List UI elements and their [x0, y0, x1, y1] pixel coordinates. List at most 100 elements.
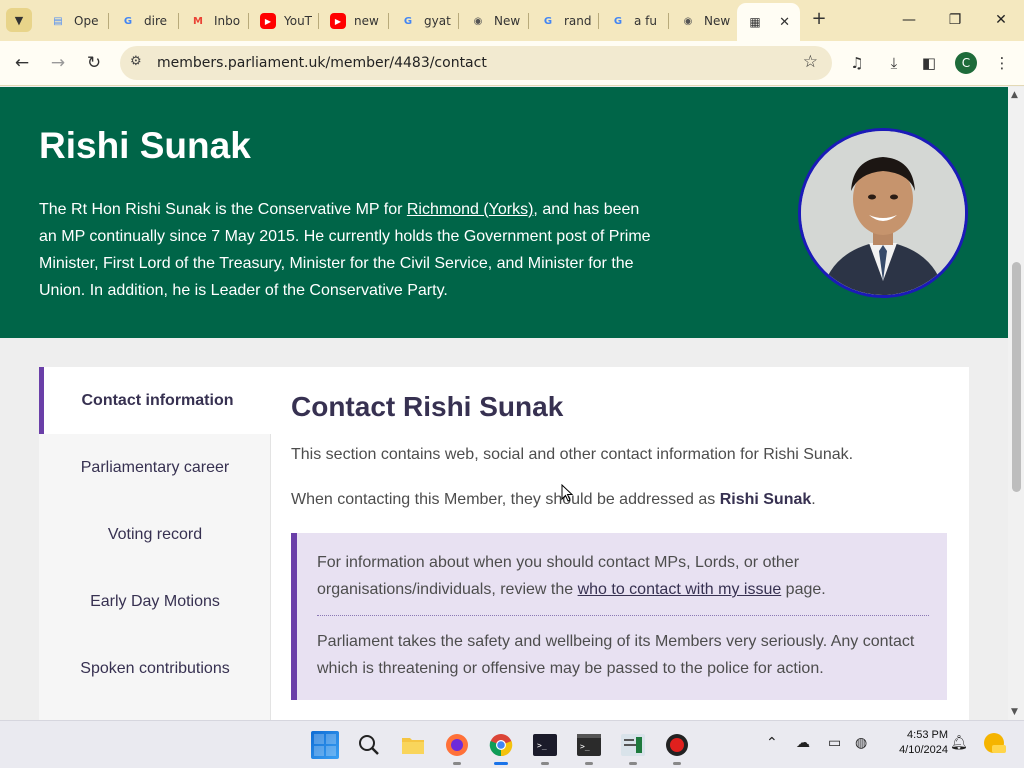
member-name: Rishi Sunak: [39, 125, 251, 166]
contact-intro: This section contains web, social and ot…: [291, 446, 854, 463]
tab-label: rand: [564, 14, 592, 28]
network-volume-icon[interactable]: ◍: [855, 735, 867, 751]
forward-arrow-icon[interactable]: →: [46, 51, 70, 75]
who-to-contact-link[interactable]: who to contact with my issue: [578, 581, 782, 598]
tab-4[interactable]: ▶ new: [320, 7, 386, 35]
back-arrow-icon[interactable]: ←: [10, 51, 34, 75]
address-name: Rishi Sunak: [719, 491, 812, 508]
tab-7[interactable]: Grand: [530, 7, 596, 35]
browser-toolbar: ← → ↻ ⚙ members.parliament.uk/member/448…: [0, 41, 1024, 86]
google-icon: G: [543, 15, 553, 27]
tab-0[interactable]: ▤ Ope: [40, 7, 106, 35]
scrollbar-thumb[interactable]: [1012, 262, 1021, 492]
record-app-icon[interactable]: [663, 731, 691, 765]
youtube-icon: ▶: [260, 13, 276, 29]
tab-strip: ▼ ▤ Ope Gdire M Inbo ▶ YouT ▶ new Ggyat ◉ New Grand G…: [0, 0, 1024, 41]
restore-button[interactable]: ❐: [940, 8, 970, 32]
tab-label: new: [354, 14, 379, 28]
terminal-app-icon[interactable]: >_: [531, 731, 559, 765]
nav-spoken-contributions[interactable]: Spoken contributions: [39, 635, 271, 702]
contact-heading: Contact Rishi Sunak: [291, 391, 564, 422]
tab-6[interactable]: ◉ New: [460, 7, 526, 35]
chrome-icon: ◉: [683, 15, 693, 27]
tab-separator: [178, 13, 179, 29]
system-clock[interactable]: 4:53 PM 4/10/2024: [878, 728, 948, 758]
google-icon: G: [123, 15, 133, 27]
member-portrait: [798, 128, 968, 298]
page-scrollbar[interactable]: ▲ ▼: [1008, 87, 1024, 720]
address-as-text: When contacting this Member, they should…: [291, 491, 816, 508]
tab-label: YouT: [284, 14, 313, 28]
tab-active-parliament[interactable]: ▦ ✕: [737, 3, 800, 41]
tab-label: a fu: [634, 14, 657, 28]
info-callout: For information about when you should co…: [291, 533, 947, 700]
doc-icon: ▤: [53, 15, 63, 27]
google-icon: G: [403, 15, 413, 27]
more-menu-icon[interactable]: ⋮: [991, 52, 1013, 74]
tab-3[interactable]: ▶ YouT: [250, 7, 316, 35]
nav-early-day-motions[interactable]: Early Day Motions: [39, 568, 271, 635]
mouse-cursor-icon: [561, 484, 573, 502]
nav-voting-record[interactable]: Voting record: [39, 501, 271, 568]
download-icon[interactable]: ⤓: [883, 52, 905, 74]
media-control-icon[interactable]: ♫: [846, 52, 868, 74]
scroll-up-icon[interactable]: ▲: [1011, 90, 1018, 100]
youtube-icon: ▶: [330, 13, 346, 29]
svg-text:>_: >_: [580, 742, 590, 751]
search-icon[interactable]: [355, 731, 383, 759]
callout-who-to-contact: For information about when you should co…: [317, 554, 826, 598]
bookmark-star-icon[interactable]: ☆: [803, 52, 818, 72]
tab-9[interactable]: ◉ New: [670, 7, 736, 35]
member-bio: The Rt Hon Rishi Sunak is the Conservati…: [39, 201, 651, 299]
nav-contact-information[interactable]: Contact information: [39, 367, 271, 434]
tab-search-chevron-icon[interactable]: ▼: [6, 8, 32, 32]
tab-5[interactable]: Ggyat: [390, 7, 456, 35]
portrait-image: [801, 131, 965, 295]
tab-separator: [248, 13, 249, 29]
url-text[interactable]: members.parliament.uk/member/4483/contac…: [157, 55, 487, 71]
callout-safety-notice: Parliament takes the safety and wellbein…: [317, 633, 915, 677]
tab-separator: [528, 13, 529, 29]
address-bar[interactable]: ⚙ members.parliament.uk/member/4483/cont…: [120, 46, 832, 80]
svg-text:>_: >_: [537, 741, 547, 750]
member-content-panel: Contact information Parliamentary career…: [39, 367, 969, 720]
constituency-link[interactable]: Richmond (Yorks): [407, 201, 534, 218]
section-nav: Contact information Parliamentary career…: [39, 367, 271, 720]
tab-label: Inbo: [214, 14, 241, 28]
tab-label: dire: [144, 14, 168, 28]
tab-separator: [458, 13, 459, 29]
scroll-down-icon[interactable]: ▼: [1011, 707, 1018, 717]
tab-label: New: [494, 14, 521, 28]
tray-chevron-up-icon[interactable]: ⌃: [766, 735, 778, 751]
tab-2[interactable]: M Inbo: [180, 7, 246, 35]
close-tab-icon[interactable]: ✕: [779, 15, 790, 30]
member-hero: Rishi Sunak The Rt Hon Rishi Sunak is th…: [0, 87, 1008, 338]
reload-icon[interactable]: ↻: [82, 51, 106, 75]
notepad-app-icon[interactable]: [619, 731, 647, 765]
tab-separator: [598, 13, 599, 29]
command-prompt-icon[interactable]: >_: [575, 731, 603, 765]
tab-separator: [318, 13, 319, 29]
site-info-icon[interactable]: ⚙: [130, 54, 142, 69]
display-icon[interactable]: ▭: [828, 735, 841, 751]
google-icon: G: [613, 15, 623, 27]
close-window-button[interactable]: ✕: [986, 8, 1016, 32]
nav-parliamentary-career[interactable]: Parliamentary career: [39, 434, 271, 501]
tab-8[interactable]: Ga fu: [600, 7, 666, 35]
weather-badge-icon[interactable]: [982, 731, 1006, 759]
file-explorer-icon[interactable]: [399, 731, 427, 759]
chrome-icon[interactable]: [487, 731, 515, 765]
windows-start-icon[interactable]: [311, 731, 339, 759]
notification-bell-icon[interactable]: 🔔︎: [950, 735, 968, 751]
tab-label: Ope: [74, 14, 99, 28]
page-viewport: Rishi Sunak The Rt Hon Rishi Sunak is th…: [0, 87, 1008, 720]
clock-date: 4/10/2024: [899, 744, 948, 756]
onedrive-offline-icon[interactable]: ☁: [796, 735, 810, 751]
minimize-button[interactable]: —: [894, 8, 924, 32]
new-tab-button[interactable]: +: [808, 8, 830, 32]
side-panel-icon[interactable]: ◧: [918, 52, 940, 74]
tab-1[interactable]: Gdire: [110, 7, 176, 35]
firefox-icon[interactable]: [443, 731, 471, 765]
tab-separator: [668, 13, 669, 29]
profile-avatar[interactable]: C: [955, 52, 977, 74]
